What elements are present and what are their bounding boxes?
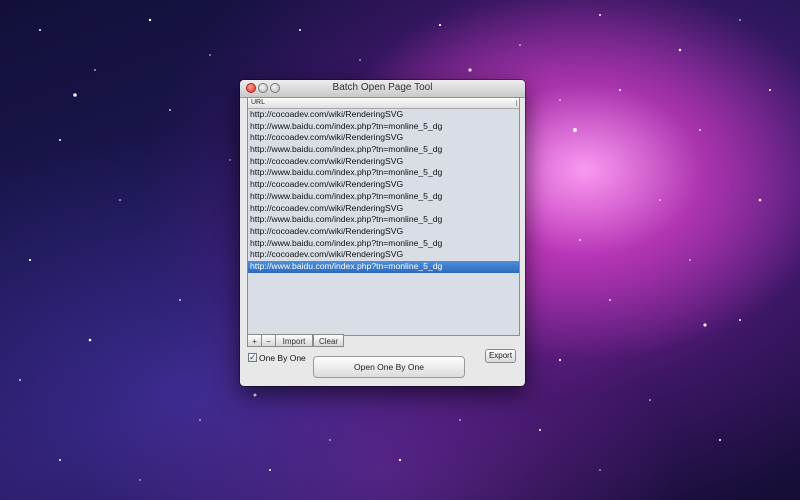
url-row[interactable]: http://www.baidu.com/index.php?tn=monlin… — [248, 167, 519, 179]
url-row[interactable]: http://www.baidu.com/index.php?tn=monlin… — [248, 214, 519, 226]
url-row[interactable]: http://cocoadev.com/wiki/RenderingSVG — [248, 203, 519, 215]
url-row[interactable]: http://cocoadev.com/wiki/RenderingSVG — [248, 226, 519, 238]
url-row[interactable]: http://cocoadev.com/wiki/RenderingSVG — [248, 109, 519, 121]
clear-button[interactable]: Clear — [313, 334, 344, 347]
url-row[interactable]: http://www.baidu.com/index.php?tn=monlin… — [248, 260, 519, 273]
column-resize-handle[interactable] — [516, 100, 517, 106]
url-row[interactable]: http://cocoadev.com/wiki/RenderingSVG — [248, 156, 519, 168]
one-by-one-label[interactable]: One By One — [259, 353, 306, 363]
add-url-button[interactable]: + — [247, 334, 262, 347]
url-rows: http://cocoadev.com/wiki/RenderingSVG htt… — [248, 109, 519, 273]
remove-url-button[interactable]: − — [261, 334, 276, 347]
url-row[interactable]: http://cocoadev.com/wiki/RenderingSVG — [248, 132, 519, 144]
url-row[interactable]: http://www.baidu.com/index.php?tn=monlin… — [248, 238, 519, 250]
url-row[interactable]: http://www.baidu.com/index.php?tn=monlin… — [248, 144, 519, 156]
export-button[interactable]: Export — [485, 349, 516, 363]
open-one-by-one-button[interactable]: Open One By One — [313, 356, 465, 378]
url-column-header[interactable]: URL — [248, 98, 519, 109]
import-button[interactable]: Import — [275, 334, 313, 347]
url-list[interactable]: URL http://cocoadev.com/wiki/RenderingSV… — [247, 97, 520, 336]
title-bar[interactable]: Batch Open Page Tool — [240, 80, 525, 98]
one-by-one-checkbox[interactable]: ✓ — [248, 353, 257, 362]
batch-open-window: Batch Open Page Tool URL http://cocoadev… — [240, 80, 525, 386]
url-column-header-label: URL — [251, 99, 266, 106]
url-row[interactable]: http://cocoadev.com/wiki/RenderingSVG — [248, 179, 519, 191]
window-title: Batch Open Page Tool — [332, 82, 433, 93]
url-row[interactable]: http://www.baidu.com/index.php?tn=monlin… — [248, 191, 519, 203]
checkmark-icon: ✓ — [249, 352, 257, 362]
url-row[interactable]: http://www.baidu.com/index.php?tn=monlin… — [248, 121, 519, 133]
url-row[interactable]: http://cocoadev.com/wiki/RenderingSVG — [248, 249, 519, 261]
